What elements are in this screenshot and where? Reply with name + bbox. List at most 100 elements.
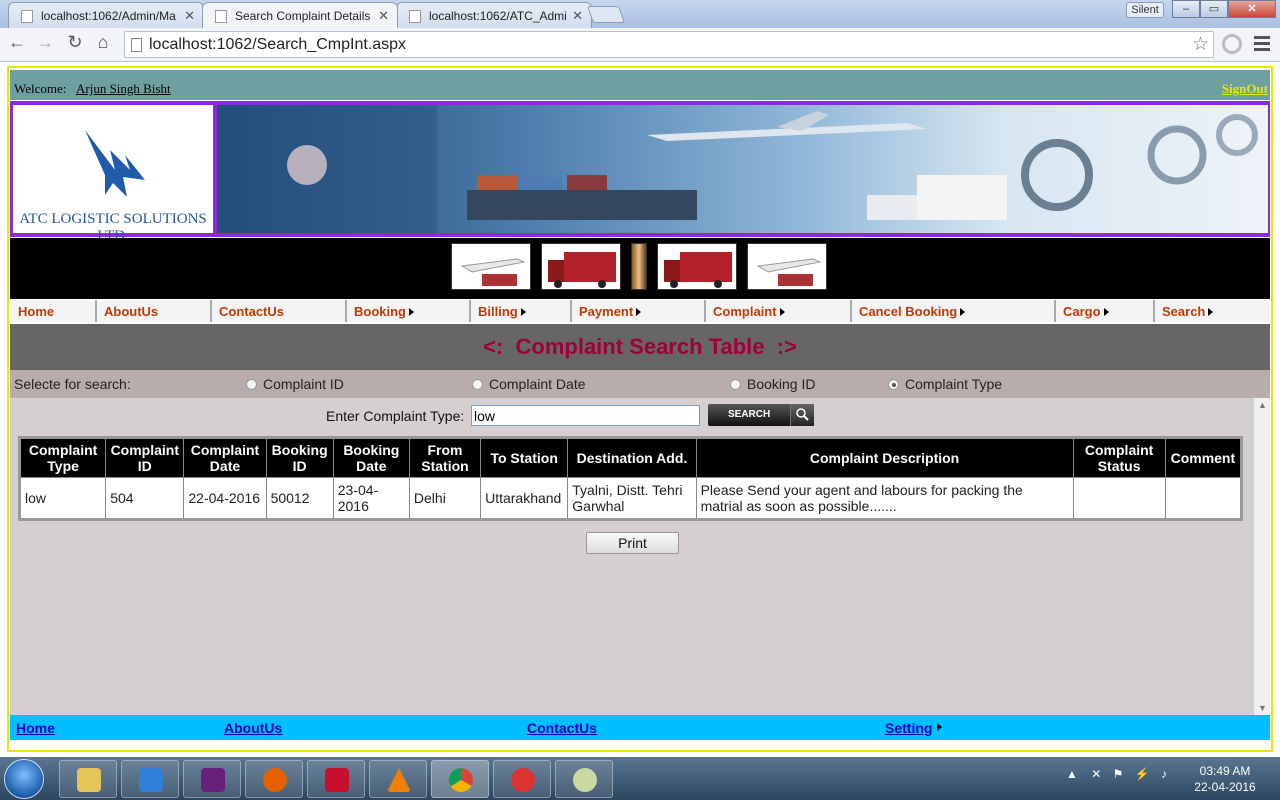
user-name-link[interactable]: Arjun Singh Bisht bbox=[76, 81, 171, 97]
title-left-decoration: <: bbox=[483, 334, 504, 359]
flag-icon[interactable]: ⚑ bbox=[1113, 767, 1124, 781]
submenu-arrow-icon bbox=[409, 308, 414, 316]
radio-button[interactable] bbox=[730, 378, 741, 390]
print-button[interactable]: Print bbox=[586, 532, 679, 554]
main-navigation: Home AboutUs ContactUs Booking Billing P… bbox=[11, 299, 1269, 323]
minimize-button[interactable]: – bbox=[1172, 0, 1200, 18]
footer-setting-link[interactable]: Setting bbox=[885, 720, 932, 736]
volume-icon[interactable]: ♪ bbox=[1161, 767, 1167, 781]
url-text: localhost:1062/Search_CmpInt.aspx bbox=[149, 36, 407, 53]
visual-studio-taskbar-button[interactable] bbox=[183, 760, 241, 798]
nav-complaint[interactable]: Complaint bbox=[706, 300, 852, 322]
nav-label: Complaint bbox=[713, 304, 777, 319]
paint-taskbar-button[interactable] bbox=[555, 760, 613, 798]
column-header: Complaint Status bbox=[1072, 437, 1166, 478]
close-tab-icon[interactable]: ✕ bbox=[572, 8, 583, 24]
close-tab-icon[interactable]: ✕ bbox=[378, 8, 389, 24]
cell-status bbox=[1072, 477, 1166, 520]
complaint-type-input[interactable] bbox=[471, 405, 700, 426]
maximize-button[interactable]: ▭ bbox=[1200, 0, 1228, 18]
extension-icon[interactable] bbox=[1222, 34, 1242, 54]
scroll-down-icon[interactable]: ▼ bbox=[1258, 703, 1267, 713]
welcome-label: Welcome: bbox=[14, 81, 67, 96]
logistics-banner-image bbox=[217, 105, 1268, 233]
nav-search[interactable]: Search bbox=[1155, 300, 1269, 322]
reload-icon[interactable]: ↻ bbox=[64, 32, 86, 53]
chrome-taskbar-button[interactable] bbox=[431, 760, 489, 798]
start-button[interactable] bbox=[4, 759, 44, 799]
nav-label: Home bbox=[18, 304, 55, 319]
cell-destination: Tyalni, Distt. Tehri Garwhal bbox=[567, 477, 697, 520]
windows-taskbar: ▲ ✕ ⚑ ⚡ ♪ 03:49 AM 22-04-2016 bbox=[0, 757, 1280, 800]
show-hidden-icons-icon[interactable]: ▲ bbox=[1066, 767, 1078, 781]
forward-icon[interactable]: → bbox=[34, 32, 56, 53]
column-header: Comment bbox=[1164, 437, 1243, 478]
page-frame: Welcome: Arjun Singh Bisht SignOut ATC L… bbox=[7, 66, 1273, 752]
search-icon bbox=[790, 404, 814, 426]
close-window-button[interactable]: ✕ bbox=[1228, 0, 1276, 18]
footer-navigation: Home AboutUs ContactUs Setting bbox=[10, 715, 1270, 740]
nav-booking[interactable]: Booking bbox=[347, 300, 471, 322]
acrobat-taskbar-button[interactable] bbox=[307, 760, 365, 798]
submenu-arrow-icon bbox=[779, 308, 785, 316]
title-band: <: Complaint Search Table :> bbox=[10, 324, 1270, 370]
home-icon[interactable]: ⌂ bbox=[92, 32, 114, 53]
back-icon[interactable]: ← bbox=[6, 32, 28, 53]
nav-contactus[interactable]: ContactUs bbox=[212, 300, 347, 322]
radio-button-selected[interactable] bbox=[888, 378, 899, 390]
cell-complaint-id: 504 bbox=[105, 477, 185, 520]
radio-button[interactable] bbox=[472, 378, 483, 390]
ccleaner-taskbar-button[interactable] bbox=[493, 760, 551, 798]
page-icon bbox=[131, 38, 142, 52]
nav-payment[interactable]: Payment bbox=[572, 300, 706, 322]
close-tab-icon[interactable]: ✕ bbox=[184, 8, 195, 24]
divider-thumbnail bbox=[631, 243, 647, 290]
vlc-taskbar-button[interactable] bbox=[369, 760, 427, 798]
scroll-up-icon[interactable]: ▲ bbox=[1258, 400, 1267, 410]
explorer-taskbar-button[interactable] bbox=[59, 760, 117, 798]
media-player-taskbar-button[interactable] bbox=[121, 760, 179, 798]
footer-aboutus-link[interactable]: AboutUs bbox=[224, 720, 282, 736]
nav-home[interactable]: Home bbox=[11, 300, 97, 322]
radio-booking-id[interactable]: Booking ID bbox=[730, 376, 815, 392]
nav-cargo[interactable]: Cargo bbox=[1056, 300, 1155, 322]
nav-billing[interactable]: Billing bbox=[471, 300, 572, 322]
network-icon[interactable]: ✕ bbox=[1091, 767, 1101, 781]
menu-icon[interactable] bbox=[1254, 36, 1270, 54]
nav-cancel-booking[interactable]: Cancel Booking bbox=[852, 300, 1056, 322]
tab-admin[interactable]: localhost:1062/Admin/Ma ✕ bbox=[8, 2, 204, 28]
airplane-thumbnail bbox=[747, 243, 827, 290]
welcome-bar: Welcome: Arjun Singh Bisht SignOut bbox=[10, 70, 1270, 100]
new-tab-button[interactable] bbox=[586, 6, 626, 23]
bookmark-star-icon[interactable]: ☆ bbox=[1192, 33, 1209, 56]
column-header: Complaint Date bbox=[183, 437, 267, 478]
footer-contactus-link[interactable]: ContactUs bbox=[527, 720, 597, 736]
ccleaner-icon bbox=[511, 768, 535, 792]
address-bar[interactable]: localhost:1062/Search_CmpInt.aspx ☆ bbox=[124, 31, 1214, 58]
firefox-taskbar-button[interactable] bbox=[245, 760, 303, 798]
vlc-icon bbox=[387, 768, 411, 792]
radio-complaint-id[interactable]: Complaint ID bbox=[246, 376, 344, 392]
nav-label: Booking bbox=[354, 304, 406, 319]
signout-link[interactable]: SignOut bbox=[1222, 81, 1268, 97]
nav-aboutus[interactable]: AboutUs bbox=[97, 300, 212, 322]
system-clock[interactable]: 03:49 AM 22-04-2016 bbox=[1180, 763, 1270, 795]
banner-illustration bbox=[217, 105, 1258, 233]
radio-complaint-type[interactable]: Complaint Type bbox=[888, 376, 1002, 392]
acrobat-icon bbox=[325, 768, 349, 792]
tab-title: localhost:1062/Admin/Ma bbox=[41, 9, 176, 23]
power-icon[interactable]: ⚡ bbox=[1135, 767, 1150, 781]
radio-button[interactable] bbox=[246, 378, 257, 390]
footer-home-link[interactable]: Home bbox=[16, 720, 55, 736]
search-button-label: SEARCH bbox=[728, 409, 771, 420]
radio-complaint-date[interactable]: Complaint Date bbox=[472, 376, 586, 392]
submenu-arrow-icon bbox=[1208, 308, 1214, 316]
vertical-scrollbar[interactable]: ▲ ▼ bbox=[1254, 398, 1270, 715]
browser-toolbar: ← → ↻ ⌂ localhost:1062/Search_CmpInt.asp… bbox=[0, 28, 1280, 62]
submenu-arrow-icon bbox=[960, 308, 966, 316]
search-button[interactable]: SEARCH bbox=[708, 404, 814, 426]
cell-booking-id: 50012 bbox=[265, 477, 334, 520]
profile-badge[interactable]: Silent bbox=[1126, 2, 1164, 18]
tab-search-complaint[interactable]: Search Complaint Details ✕ bbox=[202, 2, 398, 28]
tab-atc-admin[interactable]: localhost:1062/ATC_Admi ✕ bbox=[396, 2, 592, 28]
